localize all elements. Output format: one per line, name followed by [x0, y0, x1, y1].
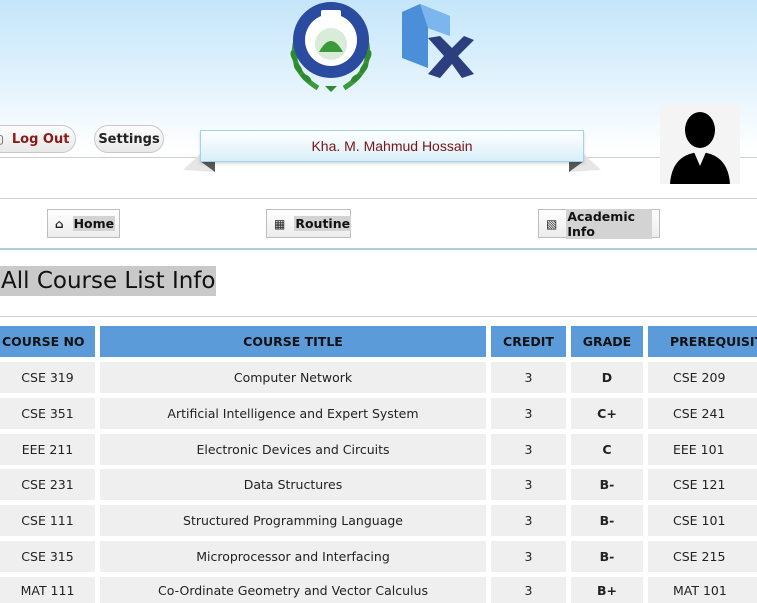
cell-credit: 3 [491, 398, 566, 429]
cell-course-title: Computer Network [100, 362, 486, 393]
cell-grade: C [571, 434, 643, 465]
cell-credit: 3 [491, 362, 566, 393]
cell-course-no: EEE 211 [0, 434, 95, 465]
cell-prerequisite: CSE 215 [648, 541, 757, 572]
university-emblem [290, 2, 372, 92]
nav-bottom-divider [0, 248, 757, 250]
cell-credit: 3 [491, 577, 566, 603]
settings-label: Settings [98, 131, 160, 147]
cell-course-title: Co-Ordinate Geometry and Vector Calculus [100, 577, 486, 603]
page-title: All Course List Info [0, 266, 217, 296]
cell-grade: B- [571, 541, 643, 572]
cell-grade: B- [571, 469, 643, 500]
cell-course-title: Structured Programming Language [100, 505, 486, 536]
cell-credit: 3 [491, 541, 566, 572]
cell-prerequisite: CSE 209 [648, 362, 757, 393]
cell-credit: 3 [491, 505, 566, 536]
settings-button[interactable]: Settings [94, 125, 164, 153]
book-icon: ▧ [546, 216, 558, 231]
cell-course-no: CSE 315 [0, 541, 95, 572]
cell-course-title: Electronic Devices and Circuits [100, 434, 486, 465]
nav-routine-label: Routine [294, 216, 352, 231]
logout-button[interactable]: ▢ Log Out [0, 125, 76, 153]
cell-credit: 3 [491, 469, 566, 500]
cell-prerequisite: CSE 241 [648, 398, 757, 429]
column-header-course-no: COURSE NO [0, 326, 95, 357]
cell-course-no: CSE 231 [0, 469, 95, 500]
nav-academic-info-button[interactable]: ▧ Academic Info [538, 208, 660, 239]
nav-routine-button[interactable]: ▦ Routine [266, 209, 352, 238]
logout-icon: ▢ [0, 132, 4, 146]
home-icon: ⌂ [55, 216, 64, 231]
cell-grade: C+ [571, 398, 643, 429]
cell-grade: D [571, 362, 643, 393]
student-name: Kha. M. Mahmud Hossain [200, 130, 584, 162]
app-logo [402, 4, 474, 78]
cell-prerequisite: CSE 101 [648, 505, 757, 536]
cell-grade: B+ [571, 577, 643, 603]
cell-course-title: Microprocessor and Interfacing [100, 541, 486, 572]
cell-grade: B- [571, 505, 643, 536]
column-header-grade: GRADE [571, 326, 643, 357]
name-ribbon: Kha. M. Mahmud Hossain [183, 130, 601, 176]
column-header-prerequisite: PREREQUISITE [648, 326, 757, 357]
nav-home-button[interactable]: ⌂ Home [47, 209, 120, 238]
cell-course-no: CSE 111 [0, 505, 95, 536]
cell-credit: 3 [491, 434, 566, 465]
column-header-credit: CREDIT [491, 326, 566, 357]
logout-label: Log Out [11, 131, 70, 147]
cell-prerequisite: MAT 101 [648, 577, 757, 603]
nav-top-divider [0, 198, 757, 199]
cell-course-no: MAT 111 [0, 577, 95, 603]
user-avatar-icon [670, 112, 730, 184]
cell-prerequisite: CSE 121 [648, 469, 757, 500]
title-divider [0, 316, 757, 317]
cell-course-no: CSE 351 [0, 398, 95, 429]
calendar-icon: ▦ [274, 216, 286, 231]
cell-prerequisite: EEE 101 [648, 434, 757, 465]
cell-course-title: Data Structures [100, 469, 486, 500]
column-header-course-title: COURSE TITLE [100, 326, 486, 357]
avatar[interactable] [660, 104, 740, 184]
nav-home-label: Home [72, 216, 116, 231]
cell-course-no: CSE 319 [0, 362, 95, 393]
nav-academic-info-label: Academic Info [566, 208, 652, 239]
cell-course-title: Artificial Intelligence and Expert Syste… [100, 398, 486, 429]
